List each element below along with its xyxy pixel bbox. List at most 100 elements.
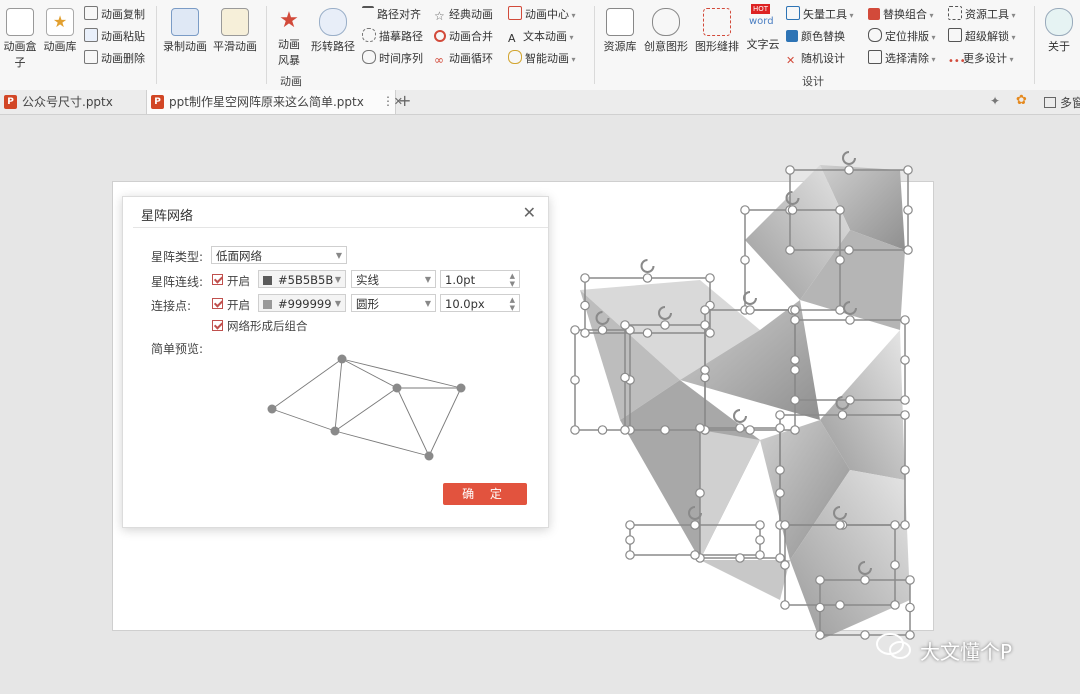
resize-handle[interactable] [790,395,800,405]
confirm-button[interactable]: 确 定 [443,483,527,505]
resize-handle[interactable] [845,315,855,325]
resize-handle[interactable] [690,550,700,560]
path-align-button[interactable]: 路径对齐 [362,6,423,24]
point-enable-checkbox[interactable] [212,298,223,309]
creative-shape-button[interactable]: 创意图形 [641,8,691,54]
resize-handle[interactable] [695,488,705,498]
about-button[interactable]: 关于 [1042,8,1076,54]
resize-handle[interactable] [890,560,900,570]
resize-handle[interactable] [642,328,653,338]
resize-handle[interactable] [835,205,845,215]
resize-handle[interactable] [625,520,635,530]
animation-library-button[interactable]: ★ 动画库 [42,8,78,54]
resize-handle[interactable] [860,575,870,585]
resize-handle[interactable] [860,630,870,640]
resize-handle[interactable] [620,372,630,383]
rotate-handle-icon[interactable] [743,291,757,305]
resize-handle[interactable] [844,245,854,255]
paste-animation-button[interactable]: 动画粘贴 [84,28,145,46]
more-design-button[interactable]: •••更多设计 ▾ [948,50,1016,68]
add-tab-icon[interactable]: + [398,91,411,110]
line-style-select[interactable]: 实线 ▼ [351,270,436,288]
point-size-stepper[interactable]: 10.0px ▲ ▼ [440,294,520,312]
rotate-handle-icon[interactable] [733,409,747,423]
resource-tools-button[interactable]: 资源工具 ▾ [948,6,1016,24]
resize-handle[interactable] [580,273,590,283]
shape-layout-button[interactable]: 图形缝排 [692,8,742,54]
resize-handle[interactable] [700,320,710,330]
resize-handle[interactable] [775,423,785,433]
resize-handle[interactable] [835,305,845,315]
resize-handle[interactable] [775,465,785,475]
word-cloud-button[interactable]: HOT word 文字云 [743,4,783,52]
resize-handle[interactable] [660,425,670,435]
resize-handle[interactable] [815,630,825,640]
position-layout-button[interactable]: 定位排版 ▾ [868,28,936,46]
low-poly-network-graphic[interactable] [556,125,921,670]
trace-path-button[interactable]: 描摹路径 [362,28,423,46]
close-icon[interactable]: ✕ [523,203,536,222]
classic-animation-button[interactable]: ☆ 经典动画 [434,6,493,24]
resize-handle[interactable] [905,602,915,613]
resize-handle[interactable] [580,300,590,311]
smooth-animation-button[interactable]: 平滑动画 [210,8,260,54]
resize-handle[interactable] [905,575,915,585]
line-enable-checkbox[interactable] [212,274,223,285]
resize-handle[interactable] [790,355,800,365]
super-unlock-button[interactable]: 超级解锁 ▾ [948,28,1016,46]
resize-handle[interactable] [580,328,590,338]
resize-handle[interactable] [735,423,745,433]
resize-handle[interactable] [745,305,755,315]
resize-handle[interactable] [690,520,700,530]
resize-handle[interactable] [790,365,800,375]
resize-handle[interactable] [815,575,825,585]
resize-handle[interactable] [785,245,795,255]
resize-handle[interactable] [620,320,630,330]
point-shape-select[interactable]: 圆形 ▼ [351,294,436,312]
resize-handle[interactable] [755,550,765,560]
resize-handle[interactable] [735,553,745,563]
tab-document-1[interactable]: P 公众号尺寸.pptx [0,90,150,114]
resize-handle[interactable] [755,535,765,545]
shape-to-path-button[interactable]: 形转路径 [308,8,358,54]
time-sequence-button[interactable]: 时间序列 [362,50,423,68]
resize-handle[interactable] [903,205,913,215]
multi-window-button[interactable]: 多窗 [1044,94,1080,111]
resize-handle[interactable] [790,425,800,435]
resize-handle[interactable] [660,320,670,330]
resize-handle[interactable] [890,520,900,530]
resize-handle[interactable] [890,600,900,610]
smart-animation-button[interactable]: 智能动画 ▾ [508,50,576,68]
resize-handle[interactable] [903,165,913,175]
copy-animation-button[interactable]: 动画复制 [84,6,145,24]
resize-handle[interactable] [844,165,854,175]
resize-handle[interactable] [755,520,765,530]
rotate-handle-icon[interactable] [842,151,856,165]
animation-storm-button[interactable]: ★ 动画风暴 [272,8,306,68]
color-replace-button[interactable]: 颜色替换 [786,28,854,46]
point-color-select[interactable]: #999999 ▼ [258,294,346,312]
resize-handle[interactable] [835,255,845,265]
resize-handle[interactable] [700,365,710,375]
resize-handle[interactable] [780,560,790,570]
resize-handle[interactable] [642,273,653,283]
line-color-select[interactable]: #5B5B5B ▼ [258,270,346,288]
resize-handle[interactable] [785,165,795,175]
resize-handle[interactable] [705,328,715,338]
tab-document-2[interactable]: P ppt制作星空网阵原来这么简单.pptx ✕ [146,90,403,114]
resize-handle[interactable] [900,355,910,365]
rotate-handle-icon[interactable] [640,259,655,273]
resize-handle[interactable] [787,205,798,215]
resize-handle[interactable] [597,325,608,335]
resize-handle[interactable] [845,395,855,405]
resize-handle[interactable] [900,520,910,530]
resize-handle[interactable] [900,395,910,405]
vector-tools-button[interactable]: 矢量工具 ▾ [786,6,854,24]
text-animation-button[interactable]: A 文本动画 ▾ [508,28,576,46]
settings-gear-icon[interactable]: ✿ [1016,94,1030,108]
resize-handle[interactable] [815,602,825,613]
resize-handle[interactable] [835,600,845,610]
select-clear-button[interactable]: 选择清除 ▾ [868,50,936,68]
delete-animation-button[interactable]: 动画删除 [84,50,145,68]
resize-handle[interactable] [570,425,580,435]
